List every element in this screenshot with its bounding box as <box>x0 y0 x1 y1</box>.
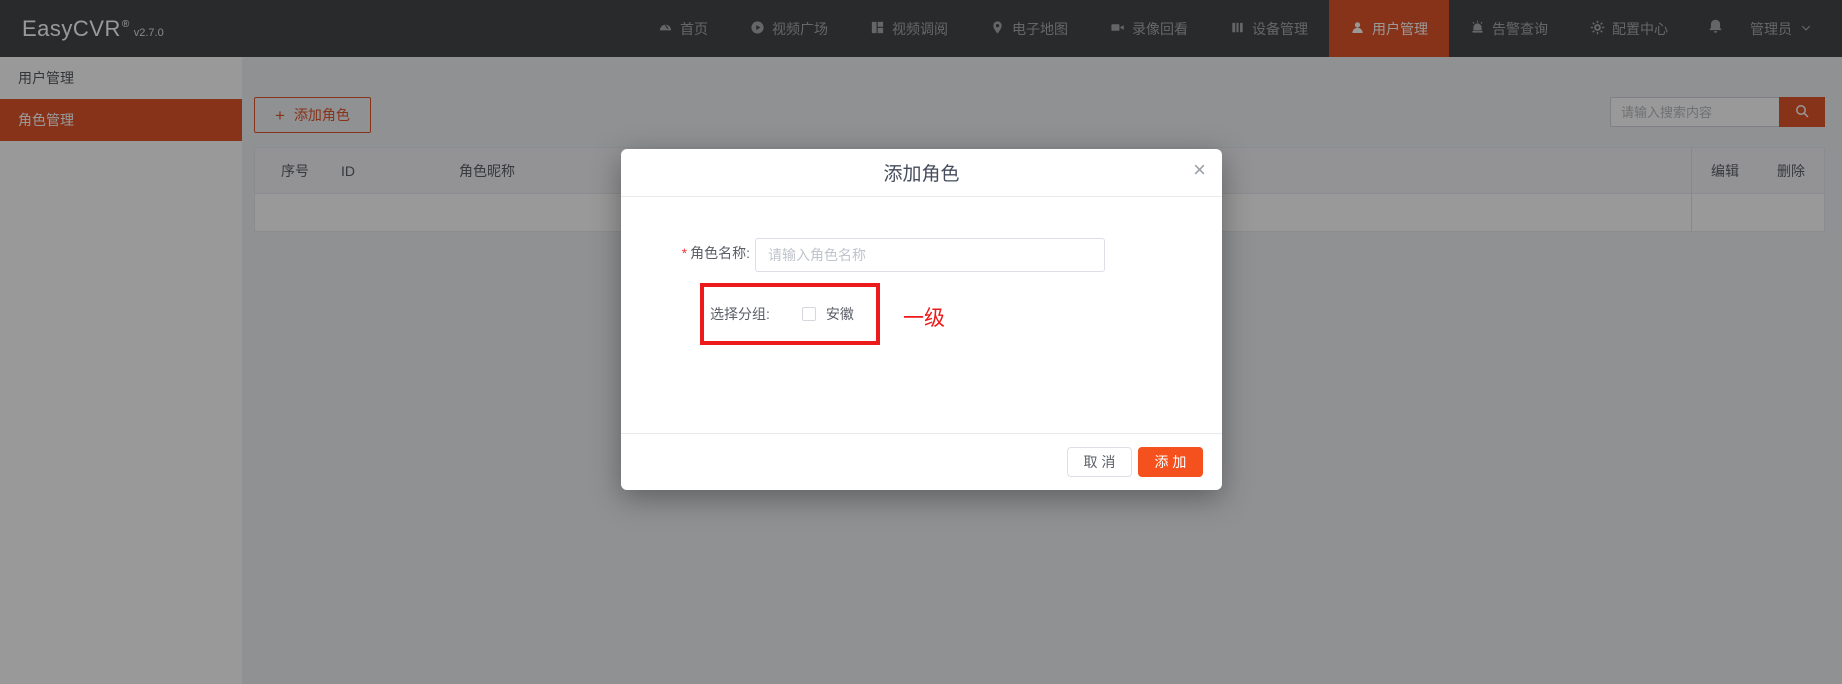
cancel-button[interactable]: 取 消 <box>1067 447 1132 477</box>
group-option-anhui: 安徽 <box>825 306 854 322</box>
dialog-header: 添加角色 × <box>621 149 1222 197</box>
close-icon[interactable]: × <box>1193 159 1206 181</box>
required-asterisk: * <box>681 245 688 261</box>
role-name-label: * 角色名称: <box>681 245 750 261</box>
dialog-body: *角色名称: 选择分组: 安徽 一级 <box>621 197 1222 433</box>
annotation-level-text: 一级 <box>903 307 945 330</box>
add-role-dialog: 添加角色 × *角色名称: 选择分组: 安徽 一级 取 消 添 加 <box>621 149 1222 490</box>
annotation-highlight-box: 选择分组: 安徽 <box>700 283 880 345</box>
role-name-input[interactable] <box>755 238 1105 272</box>
dialog-footer: 取 消 添 加 <box>621 433 1222 490</box>
submit-add-button[interactable]: 添 加 <box>1138 447 1203 477</box>
group-select-label: 选择分组: <box>710 306 770 322</box>
dialog-title: 添加角色 <box>883 164 960 185</box>
group-anhui-checkbox[interactable] <box>801 307 816 321</box>
